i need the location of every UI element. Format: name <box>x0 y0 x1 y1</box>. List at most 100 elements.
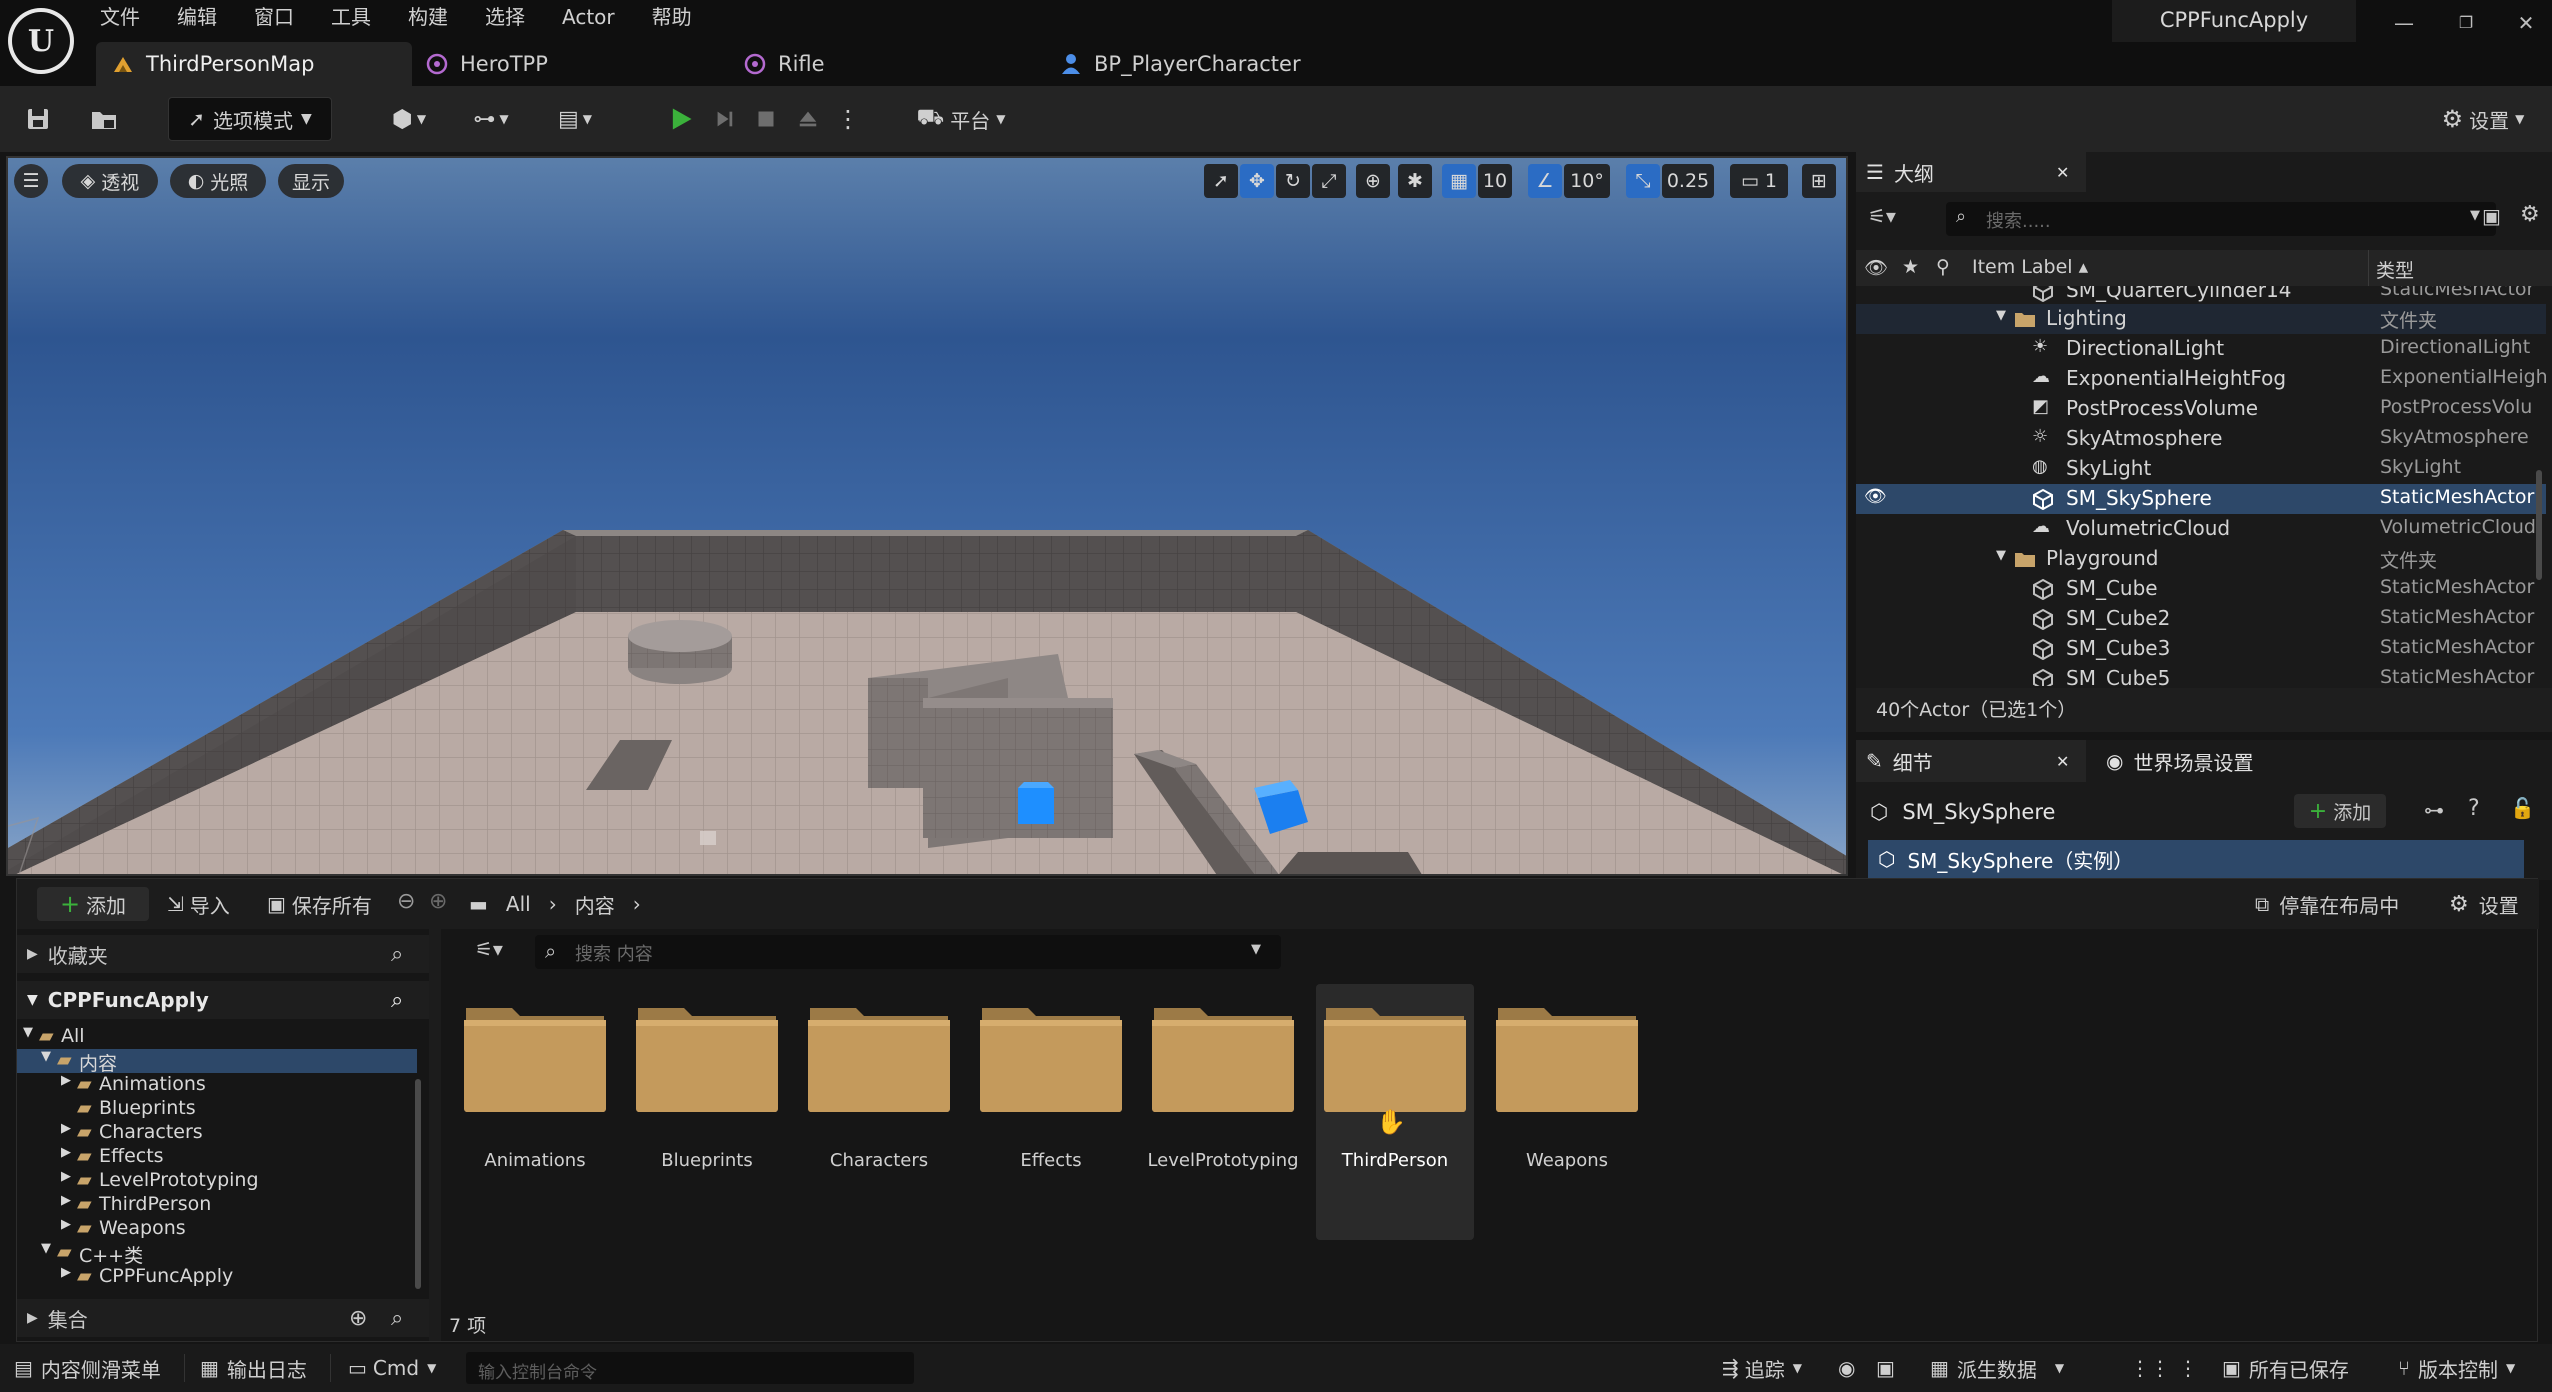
tree-item-levelprototyping[interactable]: ▶ ▰ LevelPrototyping <box>17 1169 417 1193</box>
perspective-button[interactable]: ◈ 透视 <box>62 164 158 198</box>
collections-section[interactable]: ▶ 集合 ⊕ ⌕ <box>17 1299 429 1337</box>
forward-icon[interactable]: ⊕ <box>429 889 447 914</box>
outliner-row[interactable]: ▼ Playground 文件夹 <box>1856 544 2546 574</box>
breadcrumb-all[interactable]: All <box>506 892 531 916</box>
tree-item-all[interactable]: ▼ ▰ All <box>17 1025 417 1049</box>
add-button[interactable]: + 添加 <box>37 887 149 921</box>
trace-button[interactable]: ⇶ 追踪 ▼ <box>1722 1344 1802 1392</box>
settings-dropdown[interactable]: ⚙ 设置 ▼ <box>2428 97 2538 141</box>
add-actor-button[interactable]: ⬢ ▼ <box>378 97 440 141</box>
minimize-button[interactable]: — <box>2386 8 2422 38</box>
tree-item-characters[interactable]: ▶ ▰ Characters <box>17 1121 417 1145</box>
col-item-label[interactable]: Item Label ▴ <box>1972 256 2088 278</box>
lighting-button[interactable]: ◐ 光照 <box>170 164 266 198</box>
asset-search-input[interactable]: ⌕ 搜索 内容 ▼ <box>535 935 1281 969</box>
output-log-button[interactable]: ▦ 输出日志 <box>200 1344 307 1392</box>
eject-button[interactable] <box>790 97 826 141</box>
translate-icon[interactable]: ✥ <box>1240 164 1274 198</box>
unreal-logo[interactable]: U <box>8 8 74 74</box>
outliner-row[interactable]: SM_Cube3 StaticMeshActor <box>1856 634 2546 664</box>
platforms-dropdown[interactable]: ⛟ 平台 ▼ <box>906 97 1016 141</box>
tree-item-blueprints[interactable]: ▰ Blueprints <box>17 1097 417 1121</box>
outliner-row[interactable]: SM_Cube StaticMeshActor <box>1856 574 2546 604</box>
add-component-button[interactable]: + 添加 <box>2294 794 2386 828</box>
project-section[interactable]: ▼ CPPFuncApply ⌕ <box>17 981 429 1019</box>
tree-item-cpp-classes[interactable]: ▼ ▰ C++类 <box>17 1241 417 1267</box>
expand-arrow-icon[interactable]: ▼ <box>1996 548 2006 563</box>
record-icon[interactable]: ◉ <box>1838 1344 1855 1392</box>
tab-thirdpersonmap[interactable]: ThirdPersonMap <box>96 42 412 86</box>
import-button[interactable]: ⇲ 导入 <box>167 887 230 921</box>
component-row-selected[interactable]: ⬡ SM_SkySphere（实例） <box>1868 840 2524 878</box>
derived-data-button[interactable]: ▦ 派生数据 ▼ <box>1930 1344 2064 1392</box>
folder-tile[interactable]: Animations <box>462 1000 608 1200</box>
outliner-row[interactable]: ▼ Lighting 文件夹 <box>1856 304 2546 334</box>
viewport-layout-icon[interactable]: ⊞ <box>1802 164 1836 198</box>
cmd-dropdown[interactable]: ▭ Cmd ▼ <box>348 1344 436 1392</box>
close-icon[interactable]: ✕ <box>2056 163 2069 182</box>
play-options-icon[interactable]: ⋮ <box>836 97 860 141</box>
menu-actor[interactable]: Actor <box>562 2 634 32</box>
tree-scrollbar[interactable] <box>415 1079 421 1289</box>
tree-item-cppfuncapply[interactable]: ▶ ▰ CPPFuncApply <box>17 1265 417 1289</box>
dock-in-layout-button[interactable]: ⧉ 停靠在布局中 <box>2255 887 2399 921</box>
folder-tile[interactable]: Characters <box>806 1000 952 1200</box>
menu-tools[interactable]: 工具 <box>331 2 390 32</box>
outliner-scrollbar[interactable] <box>2536 470 2542 580</box>
show-button[interactable]: 显示 <box>278 164 344 198</box>
folder-tile[interactable]: Blueprints <box>634 1000 780 1200</box>
menu-build[interactable]: 构建 <box>408 2 467 32</box>
more-options-icon[interactable]: ⋮ <box>2178 1344 2198 1392</box>
folder-tile[interactable]: Weapons <box>1494 1000 1640 1200</box>
level-viewport[interactable] <box>6 156 1848 876</box>
tab-bp-playercharacter[interactable]: BP_PlayerCharacter <box>1060 42 1360 86</box>
tab-rifle[interactable]: Rifle <box>744 42 884 86</box>
tree-item-weapons[interactable]: ▶ ▰ Weapons <box>17 1217 417 1241</box>
rotation-snap-icon[interactable]: ∠ <box>1528 164 1562 198</box>
tree-item-thirdperson[interactable]: ▶ ▰ ThirdPerson <box>17 1193 417 1217</box>
outliner-row[interactable]: ☁ VolumetricCloud VolumetricCloud <box>1856 514 2546 544</box>
outliner-row[interactable]: SM_QuarterCylinder14 StaticMeshActor <box>1856 286 2546 306</box>
menu-help[interactable]: 帮助 <box>652 2 711 32</box>
cinematics-button[interactable]: ▤ ▼ <box>544 97 606 141</box>
play-button[interactable] <box>656 97 706 141</box>
expand-arrow-icon[interactable]: ▼ <box>1996 308 2006 323</box>
tree-item-content[interactable]: ▼ ▰ 内容 <box>17 1049 417 1075</box>
back-icon[interactable]: ⊖ <box>397 889 415 914</box>
search-icon[interactable]: ⌕ <box>391 988 403 1013</box>
console-input[interactable]: 输入控制台命令 <box>466 1352 914 1384</box>
outliner-row-selected[interactable]: 👁 SM_SkySphere StaticMeshActor <box>1856 484 2546 514</box>
folder-tile[interactable]: ThirdPerson <box>1322 1000 1468 1200</box>
restore-button[interactable]: ❐ <box>2448 8 2484 38</box>
add-collection-icon[interactable]: ⊕ <box>349 1306 367 1331</box>
content-drawer-button[interactable]: ▤ 内容侧滑菜单 <box>14 1344 161 1392</box>
source-control-button[interactable]: ⑂ 版本控制 ▼ <box>2398 1344 2515 1392</box>
close-window-button[interactable]: ✕ <box>2508 8 2544 38</box>
star-icon[interactable]: ★ <box>1902 256 1919 278</box>
blueprint-icon[interactable]: ⊶ <box>2424 798 2444 822</box>
folder-tile[interactable]: Effects <box>978 1000 1124 1200</box>
save-icon[interactable] <box>20 97 56 141</box>
rotate-icon[interactable]: ↻ <box>1276 164 1310 198</box>
surface-snap-icon[interactable]: ✱ <box>1398 164 1432 198</box>
viewport-menu-icon[interactable]: ☰ <box>14 164 48 198</box>
grid-snap-value[interactable]: 10 <box>1478 164 1512 198</box>
save-all-button[interactable]: ▣ 保存所有 <box>267 887 372 921</box>
tab-herotpp[interactable]: HeroTPP <box>426 42 596 86</box>
menu-edit[interactable]: 编辑 <box>177 2 236 32</box>
scale-icon[interactable]: ⤢ <box>1312 164 1346 198</box>
search-icon[interactable]: ⌕ <box>391 1306 403 1331</box>
favorites-section[interactable]: ▶ 收藏夹 ⌕ <box>17 935 429 973</box>
menu-select[interactable]: 选择 <box>485 2 544 32</box>
outliner-row[interactable]: ◩ PostProcessVolume PostProcessVolu <box>1856 394 2546 424</box>
stop-button[interactable] <box>748 97 784 141</box>
outliner-row[interactable]: ☀ DirectionalLight DirectionalLight <box>1856 334 2546 364</box>
grid-snap-icon[interactable]: ▦ <box>1442 164 1476 198</box>
close-icon[interactable]: ✕ <box>2056 752 2069 771</box>
scale-snap-icon[interactable]: ⤡ <box>1626 164 1660 198</box>
scale-snap-value[interactable]: 0.25 <box>1662 164 1714 198</box>
pin-icon[interactable]: ⚲ <box>1936 256 1950 278</box>
outliner-search-input[interactable]: ⌕ 搜索..... ▼ <box>1946 202 2496 236</box>
outliner-row[interactable]: ☁ ExponentialHeightFog ExponentialHeigh <box>1856 364 2546 394</box>
outliner-row[interactable]: ☼ SkyAtmosphere SkyAtmosphere <box>1856 424 2546 454</box>
